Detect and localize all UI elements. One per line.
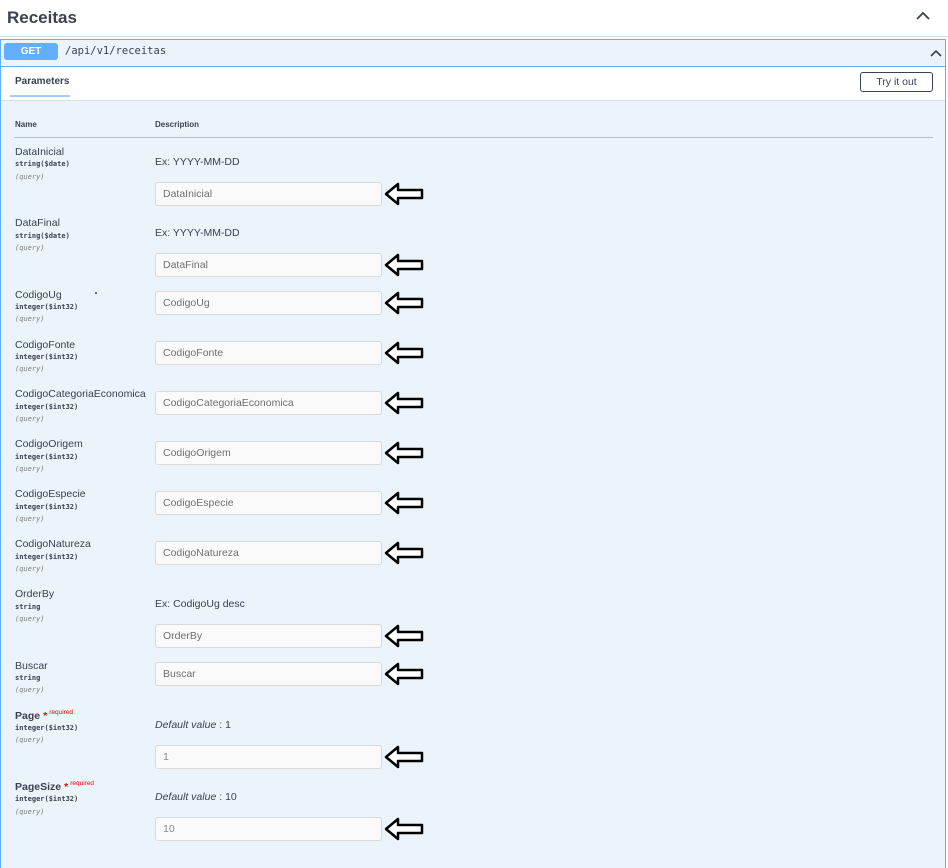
- divider: [14, 137, 933, 138]
- param-input-codigocategoriaeconomica[interactable]: [155, 391, 382, 415]
- param-type: integer($int32): [15, 303, 79, 311]
- required-star: *: [64, 781, 69, 793]
- left-arrow-icon: [384, 182, 424, 206]
- param-name-required: PageSize * required: [15, 780, 95, 793]
- default-value: 1: [225, 719, 231, 731]
- param-type: integer($int32): [15, 453, 79, 461]
- param-input-codigoorigem[interactable]: [155, 441, 382, 465]
- param-in: (query): [15, 315, 45, 323]
- column-header-name: Name: [15, 120, 37, 129]
- opblock-get: [0, 39, 946, 868]
- param-default: Default value : 10: [155, 791, 237, 803]
- param-input-codigofonte[interactable]: [155, 341, 382, 365]
- param-description: Ex: CodigoUg desc: [155, 598, 245, 610]
- param-name-required: Page * required: [15, 709, 74, 722]
- param-input-datafinal[interactable]: [155, 253, 382, 277]
- param-in: (query): [15, 565, 45, 573]
- column-header-description: Description: [155, 120, 200, 129]
- chevron-up-icon[interactable]: [927, 44, 945, 62]
- param-type: integer($int32): [15, 403, 79, 411]
- param-type: integer($int32): [15, 724, 79, 732]
- required-label: required: [49, 709, 74, 716]
- default-separator: :: [216, 719, 226, 731]
- tag-title: Receitas: [7, 8, 77, 27]
- param-name: OrderBy: [15, 588, 55, 600]
- default-label: Default value: [155, 791, 217, 803]
- param-in: (query): [15, 415, 45, 423]
- param-default: Default value : 1: [155, 719, 231, 731]
- param-type: string($date): [15, 232, 70, 240]
- tab-parameters[interactable]: Parameters: [15, 76, 69, 87]
- default-separator: :: [216, 791, 226, 803]
- left-arrow-icon: [384, 817, 424, 841]
- tab-underline: [10, 95, 70, 97]
- param-in: (query): [15, 808, 45, 816]
- param-in: (query): [15, 173, 45, 181]
- param-name: Buscar: [15, 660, 48, 672]
- method-badge: GET: [4, 43, 58, 60]
- param-input-buscar[interactable]: [155, 662, 382, 686]
- param-name: CodigoFonte: [15, 339, 76, 351]
- endpoint-path: /api/v1/receitas: [65, 45, 167, 57]
- param-in: (query): [15, 615, 45, 623]
- param-in: (query): [15, 244, 45, 252]
- chevron-up-icon[interactable]: [913, 6, 933, 26]
- param-in: (query): [15, 686, 45, 694]
- param-name: CodigoEspecie: [15, 488, 86, 500]
- param-in: (query): [15, 465, 45, 473]
- left-arrow-icon: [384, 624, 424, 648]
- param-name: DataInicial: [15, 146, 65, 158]
- left-arrow-icon: [384, 541, 424, 565]
- param-type: string: [15, 603, 41, 611]
- stray-dot: [95, 292, 97, 294]
- param-type: string($date): [15, 160, 70, 168]
- left-arrow-icon: [384, 341, 424, 365]
- param-input-codigonatureza[interactable]: [155, 541, 382, 565]
- param-type: integer($int32): [15, 553, 79, 561]
- param-type: integer($int32): [15, 795, 79, 803]
- required-label: required: [70, 780, 95, 787]
- left-arrow-icon: [384, 662, 424, 686]
- section-header: [1, 67, 945, 101]
- param-in: (query): [15, 365, 45, 373]
- tag-header[interactable]: [0, 0, 948, 37]
- param-name: CodigoNatureza: [15, 538, 91, 550]
- param-input-codigoug[interactable]: [155, 291, 382, 315]
- param-name: CodigoUg: [15, 289, 62, 301]
- param-description: Ex: YYYY-MM-DD: [155, 156, 240, 168]
- default-label: Default value: [155, 719, 217, 731]
- param-input-page[interactable]: [155, 745, 382, 769]
- param-name-text: PageSize: [15, 781, 62, 793]
- param-description: Ex: YYYY-MM-DD: [155, 227, 240, 239]
- param-name: DataFinal: [15, 217, 60, 229]
- param-name: CodigoOrigem: [15, 438, 83, 450]
- default-value: 10: [225, 791, 237, 803]
- param-name: CodigoCategoriaEconomica: [15, 388, 146, 400]
- param-in: (query): [15, 515, 45, 523]
- param-input-orderby[interactable]: [155, 624, 382, 648]
- left-arrow-icon: [384, 745, 424, 769]
- left-arrow-icon: [384, 253, 424, 277]
- param-type: integer($int32): [15, 353, 79, 361]
- try-it-out-button[interactable]: Try it out: [860, 72, 933, 92]
- left-arrow-icon: [384, 491, 424, 515]
- param-type: string: [15, 674, 41, 682]
- param-input-codigoespecie[interactable]: [155, 491, 382, 515]
- param-type: integer($int32): [15, 503, 79, 511]
- left-arrow-icon: [384, 441, 424, 465]
- param-input-datainicial[interactable]: [155, 182, 382, 206]
- param-name-text: Page: [15, 710, 41, 722]
- required-star: *: [43, 710, 48, 722]
- param-input-pagesize[interactable]: [155, 817, 382, 841]
- left-arrow-icon: [384, 291, 424, 315]
- param-in: (query): [15, 736, 45, 744]
- left-arrow-icon: [384, 391, 424, 415]
